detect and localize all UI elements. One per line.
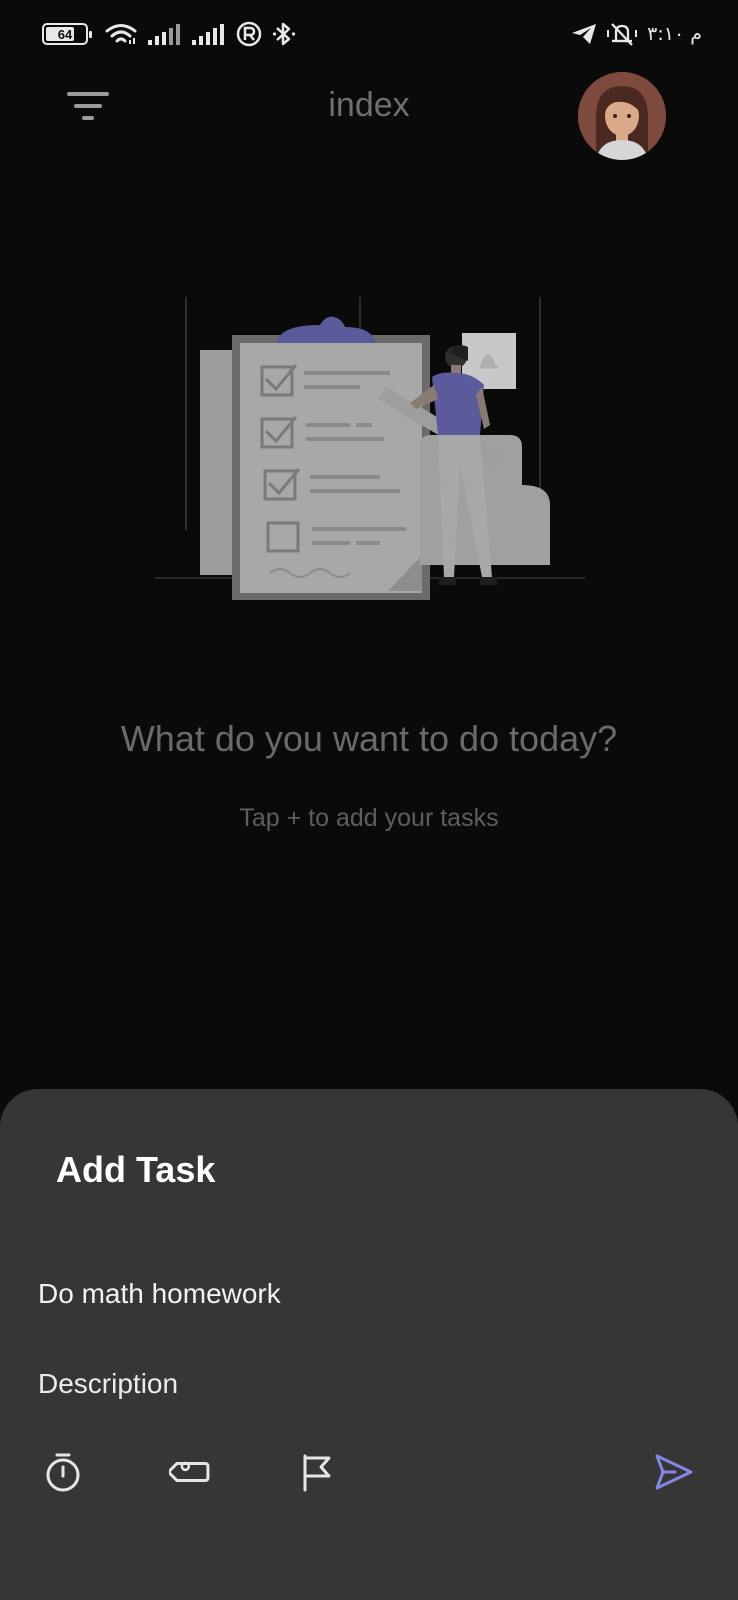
description-input[interactable] xyxy=(38,1361,678,1407)
wifi-icon xyxy=(104,22,138,46)
vibrate-mute-icon xyxy=(607,21,638,47)
status-time: ۳:۱۰ م xyxy=(647,23,702,45)
empty-state-headline: What do you want to do today? xyxy=(120,718,618,759)
add-task-sheet: Add Task xyxy=(0,1089,738,1600)
send-icon[interactable] xyxy=(648,1447,698,1497)
signal-icon xyxy=(148,23,182,45)
empty-state-subline: Tap + to add your tasks xyxy=(239,804,499,832)
task-title-input[interactable] xyxy=(38,1271,678,1317)
status-bar: 64 ۳:۱۰ م xyxy=(0,0,738,66)
battery-level: 64 xyxy=(57,26,73,42)
signal-icon xyxy=(192,23,226,45)
registered-icon xyxy=(236,21,262,47)
avatar[interactable] xyxy=(578,72,666,160)
bluetooth-icon xyxy=(272,21,296,47)
tag-icon[interactable] xyxy=(166,1447,216,1497)
empty-state-illustration xyxy=(150,295,590,615)
app-bar: index xyxy=(0,66,738,162)
battery-icon: 64 xyxy=(42,23,92,45)
status-bar-right: ۳:۱۰ م xyxy=(571,20,702,48)
sheet-title: Add Task xyxy=(56,1149,216,1190)
flag-icon[interactable] xyxy=(292,1447,342,1497)
timer-icon[interactable] xyxy=(38,1447,88,1497)
telegram-icon xyxy=(571,23,597,45)
status-bar-left: 64 xyxy=(42,20,296,48)
